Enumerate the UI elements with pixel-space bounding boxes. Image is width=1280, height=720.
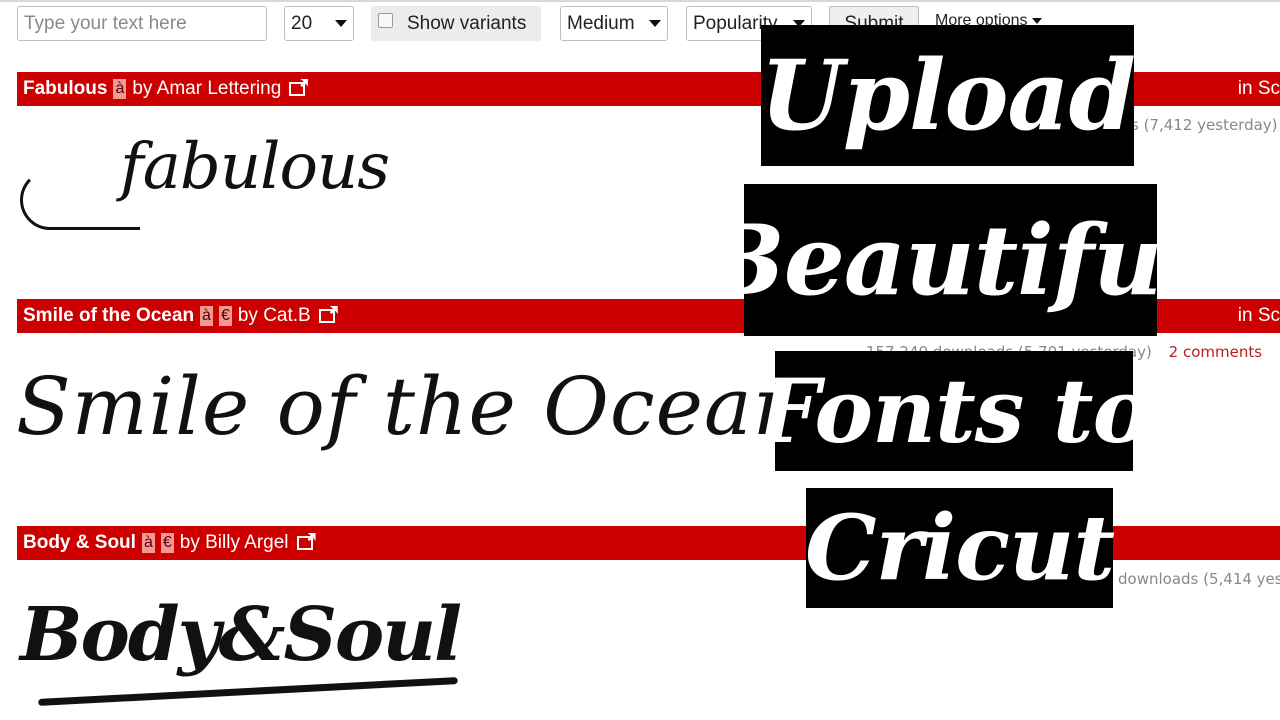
accents-badge: à <box>200 306 213 326</box>
show-variants-label: Show variants <box>407 12 527 34</box>
preview-text: Body&Soul <box>20 592 462 678</box>
overlay-title-line: Beautiful <box>704 184 1198 336</box>
accents-badge: à <box>141 533 155 553</box>
external-link-icon[interactable] <box>318 309 335 323</box>
preview-text: fabulous <box>120 130 390 204</box>
external-link-icon[interactable] <box>289 82 306 96</box>
chevron-down-icon <box>1031 18 1042 24</box>
external-link-icon[interactable] <box>296 536 313 550</box>
font-name-link[interactable]: Smile of the Ocean <box>23 305 194 327</box>
show-variants-checkbox[interactable] <box>378 13 393 28</box>
font-stats: downloads (5,414 yes <box>1118 570 1280 588</box>
category-link[interactable]: in Sc <box>1238 305 1280 327</box>
overlay-title-text: Beautiful <box>703 203 1199 317</box>
euro-badge: € <box>160 533 174 553</box>
font-name-link[interactable]: Fabulous <box>23 78 107 100</box>
author-link[interactable]: by Billy Argel <box>180 532 289 554</box>
comments-link[interactable]: 2 comments <box>1169 343 1262 361</box>
count-select[interactable]: 20 <box>284 6 354 41</box>
euro-badge: € <box>218 306 232 326</box>
overlay-title-text: Upload <box>760 39 1136 152</box>
download-count: s (7,412 yesterday) <box>1131 116 1278 134</box>
swash-decoration <box>20 170 140 230</box>
overlay-title-text: Cricut <box>804 495 1115 601</box>
font-name-link[interactable]: Body & Soul <box>23 532 136 554</box>
show-variants-toggle[interactable]: Show variants <box>371 6 541 41</box>
preview-text-input[interactable] <box>17 6 267 41</box>
overlay-title-text: Fonts to <box>757 359 1152 463</box>
preview-text: Smile of the Ocean <box>16 360 806 453</box>
chevron-down-icon <box>649 20 661 27</box>
download-count: downloads (5,414 yes <box>1118 570 1280 588</box>
font-preview-smile-of-the-ocean[interactable]: Smile of the Ocean <box>16 360 805 453</box>
category-link[interactable]: in Sc <box>1238 78 1280 100</box>
overlay-title-line: Fonts to <box>758 351 1151 471</box>
author-link[interactable]: by Amar Lettering <box>132 78 281 100</box>
font-stats: s (7,412 yesterday) <box>1131 116 1278 134</box>
size-select-value: Medium <box>567 12 635 34</box>
size-select[interactable]: Medium <box>560 6 668 41</box>
count-select-value: 20 <box>291 12 313 34</box>
chevron-down-icon <box>335 20 347 27</box>
overlay-title-line: Cricut <box>804 488 1115 608</box>
font-preview-body-and-soul[interactable]: Body&Soul <box>20 592 462 706</box>
author-link[interactable]: by Cat.B <box>238 305 311 327</box>
accents-badge: à <box>113 79 127 99</box>
font-preview-fabulous[interactable]: fabulous <box>20 130 390 230</box>
overlay-title-line: Upload <box>760 25 1136 166</box>
swash-underline <box>38 677 458 706</box>
